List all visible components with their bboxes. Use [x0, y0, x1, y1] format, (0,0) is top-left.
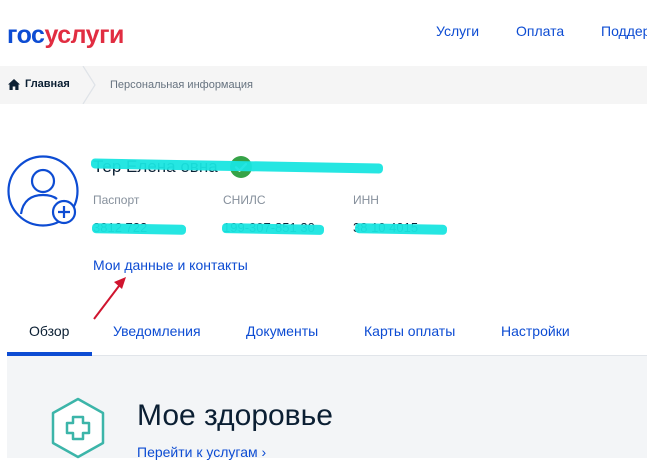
- snils-label: СНИЛС: [223, 193, 266, 207]
- health-title: Мое здоровье: [137, 399, 333, 432]
- breadcrumb-home[interactable]: Главная: [8, 78, 70, 90]
- profile-name-row: Тер Елена овна: [90, 156, 384, 178]
- passport-value: 3812 722: [91, 220, 187, 235]
- redaction-mark: [221, 223, 325, 235]
- nav-services[interactable]: Услуги: [436, 22, 479, 40]
- logo-part-uslugi: услуги: [44, 21, 124, 49]
- passport-label: Паспорт: [93, 193, 140, 207]
- redaction-mark: [354, 223, 448, 235]
- breadcrumb-current: Персональная информация: [110, 79, 254, 91]
- user-avatar-icon[interactable]: [7, 155, 79, 227]
- tab-overview[interactable]: Обзор: [29, 323, 69, 339]
- logo-part-gos: гос: [7, 21, 45, 49]
- medical-cross-icon: [51, 397, 105, 459]
- gosuslugi-logo[interactable]: госуслуги: [7, 20, 124, 50]
- nav-payment[interactable]: Оплата: [516, 22, 564, 40]
- snils-value: 199-307-851 30: [221, 220, 325, 235]
- my-data-link[interactable]: Мои данные и контакты: [93, 257, 248, 273]
- tab-settings[interactable]: Настройки: [501, 323, 570, 339]
- profile-name: Тер Елена овна: [90, 157, 384, 177]
- tab-payment-cards[interactable]: Карты оплаты: [364, 323, 455, 339]
- inn-value: 38 10 4015: [353, 220, 448, 235]
- breadcrumb-separator: [82, 66, 96, 104]
- tab-documents[interactable]: Документы: [246, 323, 318, 339]
- redaction-mark: [91, 223, 187, 235]
- breadcrumb-home-label: Главная: [25, 78, 70, 90]
- inn-label: ИНН: [353, 193, 379, 207]
- annotation-arrow: [93, 277, 126, 320]
- breadcrumb: Главная Персональная информация: [0, 66, 647, 104]
- nav-support[interactable]: Поддержка: [601, 22, 647, 40]
- tab-notifications[interactable]: Уведомления: [113, 323, 201, 339]
- home-icon: [8, 78, 20, 90]
